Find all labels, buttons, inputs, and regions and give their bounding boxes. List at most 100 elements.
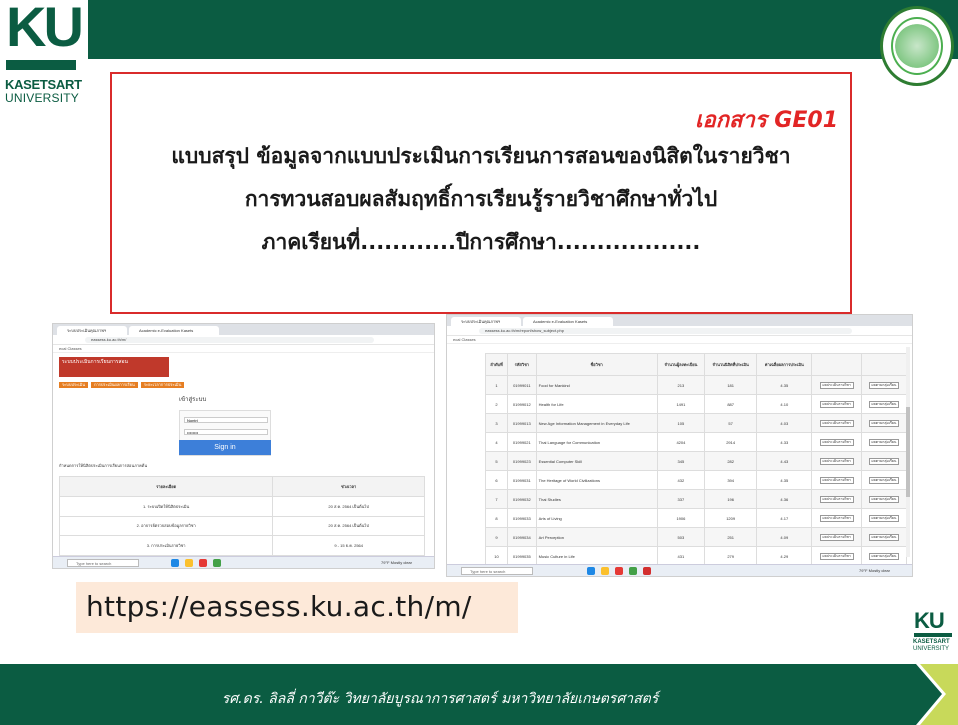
table-cell: Arts of Living — [535, 508, 658, 528]
subject-result-button[interactable]: ผลประเมินรายวิชา — [819, 438, 854, 446]
section-result-button[interactable]: ผลตามกลุ่มเรียน — [868, 514, 900, 522]
table-cell: 01999011 — [506, 375, 537, 395]
password-field[interactable]: •••••••• — [184, 429, 268, 435]
browser-tab-1[interactable]: ระบบประเมินคุณภาพฯ — [451, 317, 521, 326]
table-cell: 4.36 — [756, 489, 813, 509]
ku-logo-small: KU KASETSART UNIVERSITY — [912, 608, 956, 660]
taskbar-search-input[interactable]: Type here to search — [67, 559, 139, 567]
table-cell: 9 - 15 ธ.ค. 2564 — [272, 535, 425, 556]
section-result-button[interactable]: ผลตามกลุ่มเรียน — [868, 552, 900, 560]
chrome-icon[interactable] — [213, 559, 221, 567]
menu-item-2[interactable]: การประเมินผลการเรียน — [91, 382, 138, 388]
table-cell: 279 — [704, 546, 758, 566]
subject-result-button[interactable]: ผลประเมินรายวิชา — [819, 381, 854, 389]
table-cell: ผลประเมินรายวิชา — [811, 413, 862, 433]
table-cell: 01999021 — [506, 432, 537, 452]
table-cell: ผลตามกลุ่มเรียน — [860, 394, 908, 414]
tab-strip: ระบบประเมินคุณภาพฯ Academic e-Evaluation… — [53, 324, 434, 335]
footer: รศ.ดร. ลิลลี่ กาวีต๊ะ วิทยาลัยบูรณาการศา… — [0, 664, 958, 725]
table-cell: 01999031 — [506, 470, 537, 490]
table-cell: ผลประเมินรายวิชา — [811, 375, 862, 395]
subject-result-button[interactable]: ผลประเมินรายวิชา — [819, 552, 854, 560]
table-cell: 1209 — [704, 508, 758, 528]
table-cell: 887 — [704, 394, 758, 414]
subject-result-button[interactable]: ผลประเมินรายวิชา — [819, 495, 854, 503]
table-row: 4 01999021 Thai Language for Communication… — [485, 432, 908, 452]
section-result-button[interactable]: ผลตามกลุ่มเรียน — [868, 533, 900, 541]
url-field[interactable]: eassess.ku.ac.th/m/ — [85, 337, 374, 343]
table-cell: ผลประเมินรายวิชา — [811, 432, 862, 452]
taskbar: Type here to search 79°F Mostly clear — [447, 564, 912, 576]
table-cell: 1 — [485, 375, 508, 395]
table-cell: ผลตามกลุ่มเรียน — [860, 451, 908, 471]
subject-result-button[interactable]: ผลประเมินรายวิชา — [819, 533, 854, 541]
table-cell: 432 — [656, 470, 706, 490]
table-cell: 1491 — [656, 394, 706, 414]
top-banner — [0, 0, 958, 59]
address-bar: eassess.ku.ac.th/m/report/show_subject.p… — [447, 326, 912, 336]
scrollbar[interactable] — [906, 347, 910, 557]
table-row: 2. อาจารย์ตรวจสอบข้อมูลรายวิชา 20 ส.ค. 2… — [58, 515, 425, 537]
table-row: 10 01999035 Music Culture in Life 431 279 4.2… — [485, 546, 908, 566]
title-line-1: แบบสรุป ข้อมูลจากแบบประเมินการเรียนการสอ… — [171, 144, 791, 168]
table-cell: 01999032 — [506, 489, 537, 509]
section-result-button[interactable]: ผลตามกลุ่มเรียน — [868, 381, 900, 389]
table-cell: Essential Computer Skill — [535, 451, 658, 471]
subject-result-button[interactable]: ผลประเมินรายวิชา — [819, 514, 854, 522]
document-code: เอกสาร GE01 — [694, 108, 838, 133]
url-field[interactable]: eassess.ku.ac.th/m/report/show_subject.p… — [479, 328, 852, 334]
table-cell: 213 — [656, 375, 706, 395]
table-cell: 4.35 — [756, 375, 813, 395]
username-field[interactable]: Nontri — [184, 417, 268, 423]
taskbar-weather: 79°F Mostly clear — [859, 568, 890, 573]
folder-icon[interactable] — [185, 559, 193, 567]
app-icon[interactable] — [615, 567, 623, 575]
app-icon[interactable] — [199, 559, 207, 567]
section-result-button[interactable]: ผลตามกลุ่มเรียน — [868, 457, 900, 465]
table-cell: 4.10 — [756, 394, 813, 414]
chrome-icon[interactable] — [629, 567, 637, 575]
pdf-icon[interactable] — [643, 567, 651, 575]
ku-small-bar — [914, 633, 952, 637]
table-row: 1. ระบบเปิดให้นิสิตประเมิน 20 ส.ค. 2564 … — [58, 495, 425, 517]
bookmarks-bar: ecal Classes — [447, 336, 912, 344]
table-cell: 4.03 — [756, 413, 813, 433]
table-cell: 01999035 — [506, 546, 537, 566]
column-header: รหัสวิชา — [506, 353, 537, 376]
subject-result-button[interactable]: ผลประเมินรายวิชา — [819, 476, 854, 484]
section-result-button[interactable]: ผลตามกลุ่มเรียน — [868, 419, 900, 427]
scroll-thumb[interactable] — [906, 407, 910, 497]
menu-item-3[interactable]: ระยะเวลาการประเมิน — [140, 382, 185, 388]
table-row: 8 01999033 Arts of Living 1906 1209 4.17 ผลประ… — [485, 508, 908, 528]
eassess-link[interactable]: https://eassess.ku.ac.th/m/ — [86, 590, 472, 623]
section-result-button[interactable]: ผลตามกลุ่มเรียน — [868, 476, 900, 484]
browser-tab-2[interactable]: Academic e-Evaluation Kasets — [523, 317, 613, 326]
ku-logo-university: UNIVERSITY — [5, 91, 80, 105]
title-line-2: การทวนสอบผลสัมฤทธิ์การเรียนรู้รายวิชาศึก… — [244, 187, 718, 211]
folder-icon[interactable] — [601, 567, 609, 575]
table-row: 6 01999031 The Heritage of World Civilizat… — [485, 470, 908, 490]
table-row: 2 01999012 Health for Life 1491 887 4.10 ผลประ… — [485, 394, 908, 414]
login-title: เข้าสู่ระบบ — [179, 397, 207, 403]
sign-in-button[interactable]: Sign in — [179, 440, 271, 455]
app-icon[interactable] — [587, 567, 595, 575]
table-cell: 5 — [485, 451, 508, 471]
section-result-button[interactable]: ผลตามกลุ่มเรียน — [868, 438, 900, 446]
table-cell: 4.17 — [756, 508, 813, 528]
subject-result-button[interactable]: ผลประเมินรายวิชา — [819, 419, 854, 427]
table-row: 5 01999023 Essential Computer Skill 345 282 4… — [485, 451, 908, 471]
table-cell: 01999034 — [506, 527, 537, 547]
taskbar-search-input[interactable]: Type here to search — [461, 567, 533, 575]
section-result-button[interactable]: ผลตามกลุ่มเรียน — [868, 400, 900, 408]
subject-result-button[interactable]: ผลประเมินรายวิชา — [819, 457, 854, 465]
browser-tab-1[interactable]: ระบบประเมินคุณภาพฯ — [57, 326, 127, 335]
menu-item-1[interactable]: ระบบประเมิน — [59, 382, 88, 388]
table-cell: 9 — [485, 527, 508, 547]
table-cell: ผลตามกลุ่มเรียน — [860, 546, 908, 566]
app-icon[interactable] — [171, 559, 179, 567]
subject-result-button[interactable]: ผลประเมินรายวิชา — [819, 400, 854, 408]
title-line-3: ภาคเรียนที่............ปีการศึกษา.......… — [261, 230, 701, 254]
browser-tab-2[interactable]: Academic e-Evaluation Kasets — [129, 326, 219, 335]
section-result-button[interactable]: ผลตามกลุ่มเรียน — [868, 495, 900, 503]
table-cell: ผลตามกลุ่มเรียน — [860, 508, 908, 528]
